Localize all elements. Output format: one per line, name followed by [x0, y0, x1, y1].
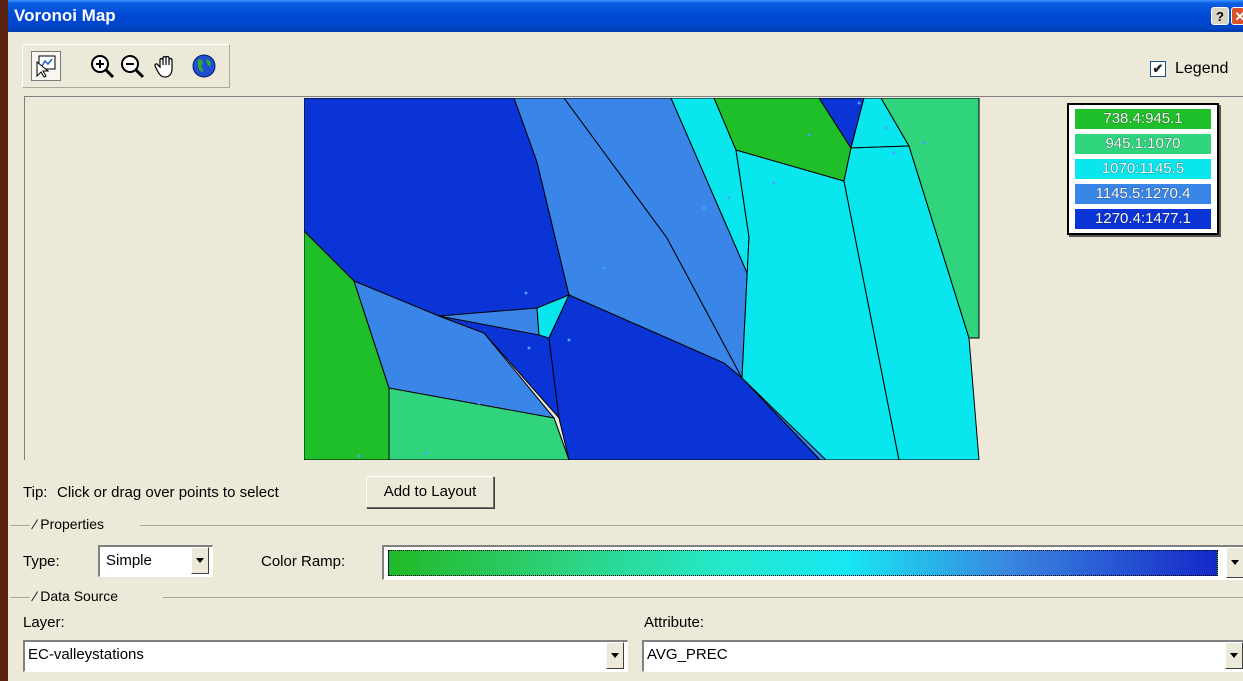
- color-ramp-dropdown-button[interactable]: [1226, 547, 1243, 578]
- station-point: [424, 451, 428, 455]
- help-button[interactable]: ?: [1211, 7, 1229, 25]
- legend-item-4: 1145.5:1270.4: [1075, 184, 1211, 204]
- color-ramp-label: Color Ramp:: [261, 553, 346, 570]
- station-point: [922, 141, 926, 145]
- window-title: Voronoi Map: [14, 6, 116, 25]
- pan-button[interactable]: [151, 51, 181, 81]
- legend-item-label: 1145.5:1270.4: [1095, 185, 1191, 202]
- attribute-label: Attribute:: [644, 614, 705, 631]
- layer-dropdown-button[interactable]: [606, 642, 624, 669]
- group-divider: [10, 597, 30, 598]
- chevron-down-icon: [1230, 653, 1238, 658]
- pan-hand-icon: [154, 55, 173, 78]
- attribute-select-value: AVG_PREC: [647, 646, 728, 663]
- attribute-dropdown-button[interactable]: [1225, 642, 1243, 669]
- select-tool-icon: [36, 55, 56, 78]
- zoom-out-icon: [121, 55, 145, 79]
- data-source-group-title: Data Source: [40, 588, 119, 604]
- map-toolbar: [22, 44, 1243, 90]
- map-legend: 738.4:945.1 945.1:1070 1070:1145.5 1145.…: [1067, 103, 1219, 235]
- type-dropdown-button[interactable]: [191, 547, 209, 574]
- tip-label: Tip:: [23, 484, 48, 501]
- type-label: Type:: [23, 553, 60, 570]
- station-point: [477, 401, 481, 405]
- station-point: [884, 126, 888, 130]
- chevron-down-icon: [196, 558, 204, 563]
- zoom-out-button[interactable]: [117, 51, 147, 81]
- station-point: [567, 338, 571, 342]
- station-point: [602, 266, 606, 270]
- close-button[interactable]: ✕: [1231, 7, 1243, 25]
- legend-item-3: 1070:1145.5: [1075, 159, 1211, 179]
- attribute-select[interactable]: AVG_PREC: [642, 640, 1243, 672]
- group-divider: [163, 597, 1243, 598]
- station-point: [892, 151, 896, 155]
- data-source-group-toggle[interactable]: ⁄ Data Source: [34, 588, 118, 604]
- voronoi-map-window: Voronoi Map ? ✕ ✔ Legend 738.4:945.1 945…: [0, 0, 1243, 681]
- legend-item-1: 738.4:945.1: [1075, 109, 1211, 129]
- station-point: [527, 346, 531, 350]
- chevron-down-icon: [1231, 560, 1239, 565]
- chevron-down-icon: [611, 653, 619, 658]
- tool-group: [22, 44, 230, 88]
- station-point: [524, 291, 528, 295]
- map-view[interactable]: [24, 96, 1243, 460]
- legend-item-5: 1270.4:1477.1: [1075, 209, 1211, 229]
- layer-select-value: EC-valleystations: [28, 646, 144, 663]
- properties-group-title: Properties: [40, 516, 105, 532]
- station-point: [357, 454, 361, 458]
- add-to-layout-button[interactable]: Add to Layout: [366, 476, 494, 508]
- station-point: [807, 133, 811, 137]
- legend-item-2: 945.1:1070: [1075, 134, 1211, 154]
- zoom-in-button[interactable]: [87, 51, 117, 81]
- group-divider: [140, 525, 1243, 526]
- layer-label: Layer:: [23, 614, 65, 631]
- layer-select[interactable]: EC-valleystations: [23, 640, 628, 672]
- station-point: [727, 196, 731, 200]
- legend-item-label: 1270.4:1477.1: [1095, 210, 1191, 227]
- full-extent-globe-icon: [192, 54, 216, 78]
- station-point: [772, 181, 776, 185]
- legend-checkbox-label: Legend: [1175, 60, 1229, 77]
- properties-group-toggle[interactable]: ⁄ Properties: [34, 516, 104, 532]
- legend-checkbox[interactable]: ✔: [1150, 61, 1166, 77]
- station-point: [702, 206, 706, 210]
- legend-item-label: 1070:1145.5: [1101, 160, 1185, 177]
- title-bar: Voronoi Map ? ✕: [8, 0, 1243, 32]
- zoom-in-icon: [91, 55, 115, 79]
- select-tool-button[interactable]: [31, 51, 61, 81]
- tip-text: Click or drag over points to select: [57, 484, 279, 501]
- voronoi-map-canvas[interactable]: [304, 98, 980, 460]
- station-point: [857, 101, 861, 105]
- type-select-value: Simple: [106, 552, 152, 569]
- legend-item-label: 945.1:1070: [1105, 135, 1181, 152]
- legend-item-label: 738.4:945.1: [1103, 110, 1183, 127]
- group-divider: [10, 525, 30, 526]
- color-ramp-swatch: [388, 550, 1218, 576]
- full-extent-button[interactable]: [189, 51, 219, 81]
